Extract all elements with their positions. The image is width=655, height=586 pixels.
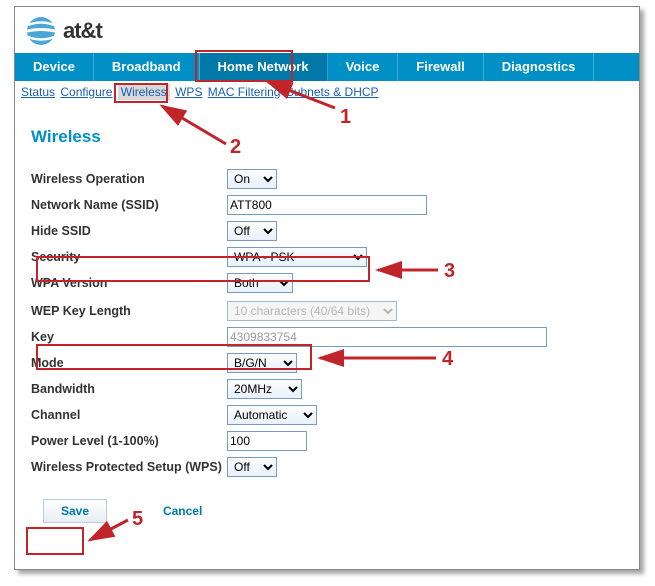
select-wep-len: 10 characters (40/64 bits) <box>227 301 397 321</box>
page-title: Wireless <box>31 127 623 147</box>
nav-firewall[interactable]: Firewall <box>398 53 483 81</box>
subnav-configure[interactable]: Configure <box>60 85 112 99</box>
select-mode[interactable]: B/G/N <box>227 353 297 373</box>
select-channel[interactable]: Automatic <box>227 405 317 425</box>
main-nav: Device Broadband Home Network Voice Fire… <box>15 53 639 81</box>
label-wireless-op: Wireless Operation <box>31 172 227 186</box>
nav-diagnostics[interactable]: Diagnostics <box>484 53 595 81</box>
label-power: Power Level (1-100%) <box>31 434 227 448</box>
label-security: Security <box>31 250 227 264</box>
save-button[interactable]: Save <box>43 499 107 523</box>
subnav-subnets[interactable]: Subnets & DHCP <box>286 85 379 99</box>
select-bandwidth[interactable]: 20MHz <box>227 379 302 399</box>
nav-home-network[interactable]: Home Network <box>200 53 328 81</box>
brand-name: at&t <box>63 18 102 44</box>
select-wpa-version[interactable]: Both <box>227 273 293 293</box>
cancel-button[interactable]: Cancel <box>151 500 215 522</box>
label-wep-len: WEP Key Length <box>31 304 227 318</box>
label-mode: Mode <box>31 356 227 370</box>
label-wps: Wireless Protected Setup (WPS) <box>31 460 227 475</box>
subnav-wps[interactable]: WPS <box>175 85 202 99</box>
label-bandwidth: Bandwidth <box>31 382 227 396</box>
nav-broadband[interactable]: Broadband <box>94 53 200 81</box>
input-power[interactable] <box>227 431 307 451</box>
select-wps[interactable]: Off <box>227 457 277 477</box>
label-wpa-version: WPA Version <box>31 276 227 290</box>
label-hide-ssid: Hide SSID <box>31 224 227 238</box>
input-ssid[interactable] <box>227 195 427 215</box>
select-security[interactable]: WPA - PSK <box>227 247 367 267</box>
input-key[interactable] <box>227 327 547 347</box>
subnav-wireless[interactable]: Wireless <box>118 84 170 100</box>
sub-nav: Status Configure Wireless WPS MAC Filter… <box>15 81 639 103</box>
select-wireless-op[interactable]: On <box>227 169 277 189</box>
att-globe-icon <box>25 15 57 47</box>
select-hide-ssid[interactable]: Off <box>227 221 277 241</box>
subnav-status[interactable]: Status <box>21 85 55 99</box>
nav-device[interactable]: Device <box>15 53 94 81</box>
label-channel: Channel <box>31 408 227 422</box>
nav-voice[interactable]: Voice <box>328 53 399 81</box>
label-ssid: Network Name (SSID) <box>31 198 227 212</box>
brand-logo: at&t <box>15 7 639 53</box>
label-key: Key <box>31 330 227 344</box>
subnav-macfilter[interactable]: MAC Filtering <box>208 85 281 99</box>
